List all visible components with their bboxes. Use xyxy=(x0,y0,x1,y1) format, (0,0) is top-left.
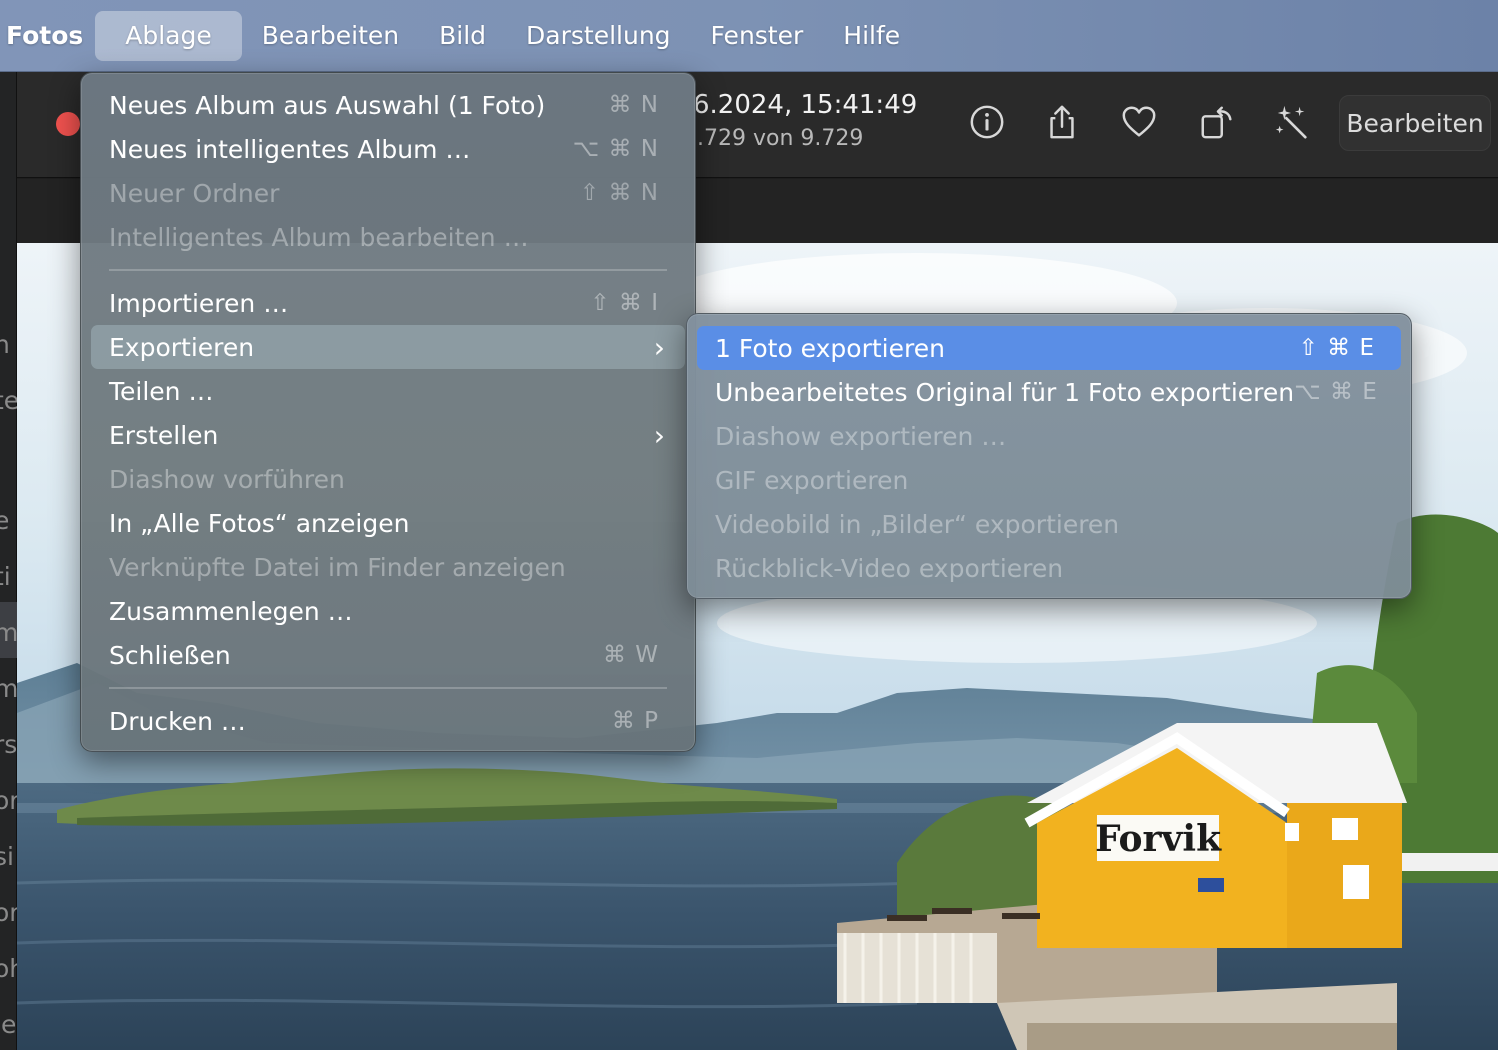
menu-item-shortcut: ⌥ ⌘ N xyxy=(572,136,659,162)
menu-item-label: Intelligentes Album bearbeiten … xyxy=(109,222,529,252)
menu-item-gif-exportieren: GIF exportieren xyxy=(697,458,1401,502)
menu-item-neues-intelligentes-album[interactable]: Neues intelligentes Album … ⌥ ⌘ N xyxy=(91,127,685,171)
sidebar-fragment[interactable]: rs xyxy=(0,730,17,759)
menu-item-label: Neues intelligentes Album … xyxy=(109,134,471,164)
sidebar-edge: h te e ti m m rs or si or oh le xyxy=(0,72,25,1050)
menu-item-unbearbeitetes-original-exportieren[interactable]: Unbearbeitetes Original für 1 Foto expor… xyxy=(697,370,1401,414)
rotate-icon[interactable] xyxy=(1197,102,1237,142)
menu-item-schliessen[interactable]: Schließen ⌘ W xyxy=(91,633,685,677)
menu-item-label: Diashow exportieren … xyxy=(715,421,1007,451)
info-icon[interactable] xyxy=(967,102,1007,142)
menu-item-label: Videobild in „Bilder“ exportieren xyxy=(715,509,1120,539)
menu-item-label: Rückblick-Video exportieren xyxy=(715,553,1064,583)
menu-item-erstellen[interactable]: Erstellen › xyxy=(91,413,685,457)
menu-item-shortcut: ⌘ P xyxy=(611,708,659,734)
menu-darstellung[interactable]: Darstellung xyxy=(506,11,691,61)
menu-item-label: Importieren … xyxy=(109,288,289,318)
menu-item-label: Neuer Ordner xyxy=(109,178,280,208)
menu-item-shortcut: ⇧ ⌘ I xyxy=(590,290,659,316)
photo-date: 6.2024, 15:41:49 xyxy=(693,90,918,120)
menu-item-zusammenlegen[interactable]: Zusammenlegen … xyxy=(91,589,685,633)
menu-item-1-foto-exportieren[interactable]: 1 Foto exportieren ⇧ ⌘ E xyxy=(697,326,1401,370)
menu-item-verknuepfte-datei: Verknüpfte Datei im Finder anzeigen xyxy=(91,545,685,589)
menu-item-label: Schließen xyxy=(109,640,231,670)
menu-item-label: 1 Foto exportieren xyxy=(715,333,945,363)
menu-item-neuer-ordner: Neuer Ordner ⇧ ⌘ N xyxy=(91,171,685,215)
menu-bild[interactable]: Bild xyxy=(419,11,506,61)
menu-separator xyxy=(109,269,667,271)
menu-item-shortcut: ⌘ N xyxy=(608,92,659,118)
sidebar-fragment[interactable]: le xyxy=(0,1010,16,1039)
sidebar-fragment[interactable]: h xyxy=(0,330,10,359)
export-submenu: 1 Foto exportieren ⇧ ⌘ E Unbearbeitetes … xyxy=(686,313,1412,599)
menu-item-label: Teilen … xyxy=(109,376,214,406)
menu-item-label: In „Alle Fotos“ anzeigen xyxy=(109,508,410,538)
menu-item-videobild-exportieren: Videobild in „Bilder“ exportieren xyxy=(697,502,1401,546)
sidebar-fragment[interactable]: si xyxy=(0,842,14,871)
menu-separator xyxy=(109,687,667,689)
menu-item-shortcut: ⇧ ⌘ N xyxy=(579,180,659,206)
menu-item-diashow-vorfuehren: Diashow vorführen xyxy=(91,457,685,501)
ablage-menu: Neues Album aus Auswahl (1 Foto) ⌘ N Neu… xyxy=(80,72,696,752)
menu-fenster[interactable]: Fenster xyxy=(691,11,824,61)
sidebar-fragment[interactable]: ti xyxy=(0,562,11,591)
edit-button[interactable]: Bearbeiten xyxy=(1339,95,1491,151)
sidebar-fragment[interactable]: m xyxy=(0,618,18,647)
chevron-right-icon: › xyxy=(653,330,665,364)
menu-item-importieren[interactable]: Importieren … ⇧ ⌘ I xyxy=(91,281,685,325)
menu-item-label: Verknüpfte Datei im Finder anzeigen xyxy=(109,552,566,582)
menu-item-label: Drucken … xyxy=(109,706,246,736)
menu-ablage[interactable]: Ablage xyxy=(95,10,242,61)
menu-item-label: Erstellen xyxy=(109,420,219,450)
menu-item-exportieren[interactable]: Exportieren › xyxy=(91,325,685,369)
menu-item-intelligentes-album-bearbeiten: Intelligentes Album bearbeiten … xyxy=(91,215,685,259)
chevron-right-icon: › xyxy=(653,418,665,452)
menu-item-rueckblick-video-exportieren: Rückblick-Video exportieren xyxy=(697,546,1401,590)
menu-item-shortcut: ⌘ W xyxy=(602,642,659,668)
magic-wand-icon[interactable] xyxy=(1272,102,1312,142)
menu-bearbeiten[interactable]: Bearbeiten xyxy=(242,11,419,61)
menu-item-label: GIF exportieren xyxy=(715,465,909,495)
close-window-button[interactable] xyxy=(56,112,80,136)
menu-fotos[interactable]: Fotos xyxy=(0,11,95,61)
sidebar-fragment[interactable]: m xyxy=(0,674,18,703)
menu-hilfe[interactable]: Hilfe xyxy=(823,11,920,61)
menu-item-shortcut: ⇧ ⌘ E xyxy=(1298,335,1375,361)
share-icon[interactable] xyxy=(1042,102,1082,142)
menu-item-label: Neues Album aus Auswahl (1 Foto) xyxy=(109,90,546,120)
house-sign-text: Forvik xyxy=(1095,818,1222,860)
menu-item-teilen[interactable]: Teilen … xyxy=(91,369,685,413)
menu-item-label: Exportieren xyxy=(109,332,255,362)
menu-item-label: Diashow vorführen xyxy=(109,464,345,494)
menu-item-label: Zusammenlegen … xyxy=(109,596,353,626)
heart-icon[interactable] xyxy=(1119,102,1159,142)
menu-item-neues-album[interactable]: Neues Album aus Auswahl (1 Foto) ⌘ N xyxy=(91,83,685,127)
menu-item-shortcut: ⌥ ⌘ E xyxy=(1294,379,1378,405)
menu-item-in-alle-fotos-anzeigen[interactable]: In „Alle Fotos“ anzeigen xyxy=(91,501,685,545)
menu-item-diashow-exportieren: Diashow exportieren … xyxy=(697,414,1401,458)
menu-item-drucken[interactable]: Drucken … ⌘ P xyxy=(91,699,685,743)
menu-item-label: Unbearbeitetes Original für 1 Foto expor… xyxy=(715,377,1295,407)
menu-bar: Fotos Ablage Bearbeiten Bild Darstellung… xyxy=(0,0,1498,72)
photo-count: .729 von 9.729 xyxy=(697,126,864,151)
sidebar-fragment[interactable]: e xyxy=(0,506,9,535)
